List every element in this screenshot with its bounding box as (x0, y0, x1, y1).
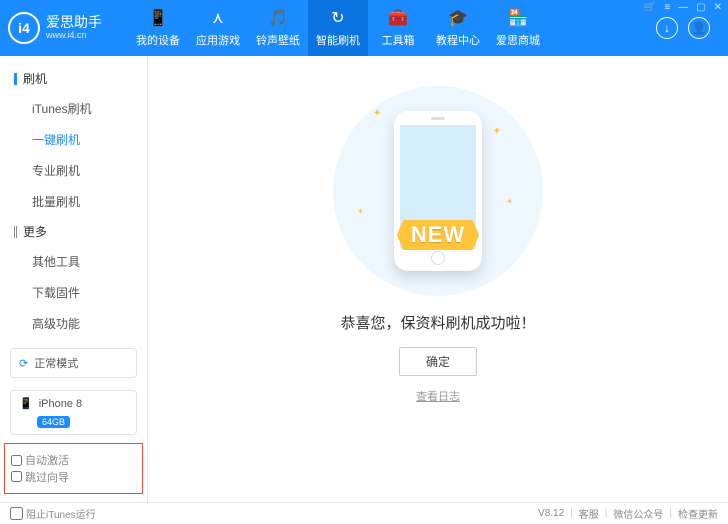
tab-my-device[interactable]: 📱我的设备 (128, 0, 188, 56)
window-controls: 🛒 ≡ — ▢ ✕ (644, 2, 722, 13)
sidebar-item-advanced[interactable]: 高级功能 (0, 308, 147, 339)
mode-label: 正常模式 (34, 355, 78, 371)
mode-icon: ⟳ (19, 357, 28, 370)
sidebar-item-itunes-flash[interactable]: iTunes刷机 (0, 93, 147, 124)
close-icon[interactable]: ✕ (714, 2, 722, 13)
block-itunes-checkbox[interactable]: 阻止iTunes运行 (10, 506, 96, 521)
apps-icon: ⋏ (212, 8, 224, 28)
sidebar-item-pro-flash[interactable]: 专业刷机 (0, 155, 147, 186)
view-log-link[interactable]: 查看日志 (416, 388, 460, 404)
success-illustration: ✦ ✦ ✦ ✦ NEW (333, 86, 543, 296)
sidebar: 刷机 iTunes刷机 一键刷机 专业刷机 批量刷机 更多 其他工具 下载固件 … (0, 56, 148, 502)
sidebar-item-oneclick-flash[interactable]: 一键刷机 (0, 124, 147, 155)
success-title: 恭喜您，保资料刷机成功啦！ (340, 312, 535, 333)
ok-button[interactable]: 确定 (399, 347, 477, 376)
skip-wizard-checkbox[interactable]: 跳过向导 (11, 469, 69, 485)
new-ribbon: NEW (397, 220, 479, 250)
sidebar-section-more: 更多 (0, 217, 147, 246)
mode-card[interactable]: ⟳ 正常模式 (10, 348, 137, 378)
header-right: ↓ 👤 (656, 17, 720, 39)
maximize-icon[interactable]: ▢ (696, 2, 705, 13)
cart-icon[interactable]: 🛒 (644, 2, 656, 13)
tab-tutorials[interactable]: 🎓教程中心 (428, 0, 488, 56)
check-update-link[interactable]: 检查更新 (678, 506, 718, 521)
sidebar-item-other-tools[interactable]: 其他工具 (0, 246, 147, 277)
sidebar-options: 自动激活 跳过向导 (4, 443, 143, 494)
music-icon: 🎵 (268, 8, 288, 28)
logo-badge-icon: i4 (8, 12, 40, 44)
download-button[interactable]: ↓ (656, 17, 678, 39)
sidebar-item-batch-flash[interactable]: 批量刷机 (0, 186, 147, 217)
nav-tabs: 📱我的设备 ⋏应用游戏 🎵铃声壁纸 ↻智能刷机 🧰工具箱 🎓教程中心 🏪爱思商城 (128, 0, 656, 56)
footer: 阻止iTunes运行 V8.12| 客服| 微信公众号| 检查更新 (0, 502, 728, 524)
wechat-link[interactable]: 微信公众号 (613, 506, 663, 521)
storage-badge: 64GB (37, 416, 70, 428)
minimize-icon[interactable]: — (678, 2, 688, 13)
main-content: ✦ ✦ ✦ ✦ NEW 恭喜您，保资料刷机成功啦！ 确定 查看日志 (148, 56, 728, 502)
menu-icon[interactable]: ≡ (664, 2, 670, 13)
tab-toolbox[interactable]: 🧰工具箱 (368, 0, 428, 56)
user-button[interactable]: 👤 (688, 17, 710, 39)
version-label: V8.12 (538, 508, 564, 519)
graduation-icon: 🎓 (448, 8, 468, 28)
brand-logo: i4 爱思助手 www.i4.cn (8, 12, 128, 44)
app-header: 🛒 ≡ — ▢ ✕ i4 爱思助手 www.i4.cn 📱我的设备 ⋏应用游戏 … (0, 0, 728, 56)
refresh-icon: ↻ (331, 8, 344, 28)
toolbox-icon: 🧰 (388, 8, 408, 28)
sidebar-item-download-firmware[interactable]: 下载固件 (0, 277, 147, 308)
brand-url: www.i4.cn (46, 31, 102, 41)
auto-activate-checkbox[interactable]: 自动激活 (11, 452, 69, 468)
device-icon: 📱 (19, 397, 33, 410)
tab-apps[interactable]: ⋏应用游戏 (188, 0, 248, 56)
tab-ringtones[interactable]: 🎵铃声壁纸 (248, 0, 308, 56)
device-label: iPhone 8 (39, 398, 82, 410)
tab-store[interactable]: 🏪爱思商城 (488, 0, 548, 56)
phone-icon: 📱 (148, 8, 168, 28)
support-link[interactable]: 客服 (579, 506, 599, 521)
sidebar-section-flash: 刷机 (0, 64, 147, 93)
store-icon: 🏪 (508, 8, 528, 28)
tab-smart-flash[interactable]: ↻智能刷机 (308, 0, 368, 56)
brand-name: 爱思助手 (46, 15, 102, 30)
device-card[interactable]: 📱 iPhone 8 64GB (10, 390, 137, 435)
